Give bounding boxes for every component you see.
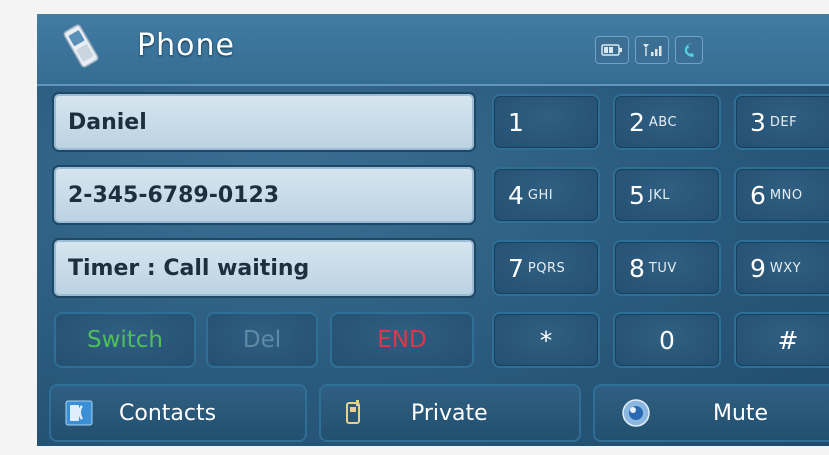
phone-screen: Phone Daniel 2-345-6789-0123 Timer: Cal… bbox=[37, 14, 829, 446]
battery-icon bbox=[595, 36, 629, 64]
private-button[interactable]: Private bbox=[319, 384, 581, 442]
caller-name-field: Daniel bbox=[54, 94, 474, 150]
handset-icon bbox=[346, 400, 360, 424]
switch-button[interactable]: Switch bbox=[54, 312, 196, 368]
delete-button[interactable]: Del bbox=[206, 312, 318, 368]
mute-button[interactable]: Mute bbox=[593, 384, 829, 442]
contacts-icon bbox=[65, 400, 93, 426]
key-3[interactable]: 3 DEF bbox=[734, 94, 829, 150]
key-6[interactable]: 6 MNO bbox=[734, 167, 829, 223]
mute-label: Mute bbox=[713, 400, 769, 426]
key-5[interactable]: 5 JKL bbox=[613, 167, 721, 223]
key-4[interactable]: 4 GHI bbox=[492, 167, 600, 223]
key-2[interactable]: 2 ABC bbox=[613, 94, 721, 150]
page-title: Phone bbox=[137, 28, 235, 63]
phone-icon bbox=[63, 24, 99, 68]
key-9[interactable]: 9 WXY bbox=[734, 240, 829, 296]
title-bar: Phone bbox=[37, 14, 829, 86]
key-8[interactable]: 8 TUV bbox=[613, 240, 721, 296]
signal-icon bbox=[635, 36, 669, 64]
key-hash[interactable]: # bbox=[734, 312, 829, 368]
status-icons bbox=[595, 36, 703, 64]
key-star[interactable]: * bbox=[492, 312, 600, 368]
call-status-field: Timer : Call waiting bbox=[54, 240, 474, 296]
mute-icon bbox=[622, 399, 650, 427]
end-call-button[interactable]: END bbox=[330, 312, 474, 368]
key-7[interactable]: 7 PQRS bbox=[492, 240, 600, 296]
private-label: Private bbox=[411, 400, 488, 426]
caller-number-field: 2-345-6789-0123 bbox=[54, 167, 474, 223]
contacts-button[interactable]: Contacts bbox=[49, 384, 307, 442]
key-1[interactable]: 1 bbox=[492, 94, 600, 150]
key-0[interactable]: 0 bbox=[613, 312, 721, 368]
contacts-label: Contacts bbox=[119, 400, 217, 426]
call-icon bbox=[675, 36, 703, 64]
